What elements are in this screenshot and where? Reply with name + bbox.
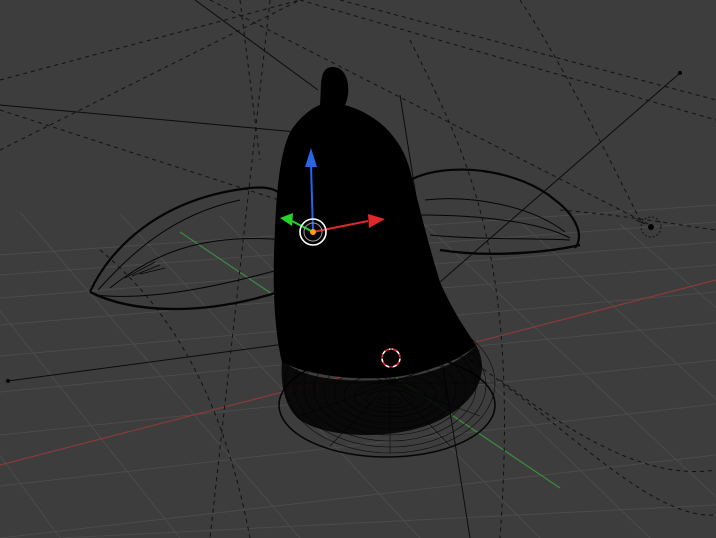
- 3d-viewport[interactable]: [0, 0, 716, 538]
- object-origin-icon: [310, 229, 316, 235]
- viewport-canvas[interactable]: [0, 0, 716, 538]
- guide-endpoint-left: [6, 379, 10, 383]
- guide-endpoint: [678, 71, 682, 75]
